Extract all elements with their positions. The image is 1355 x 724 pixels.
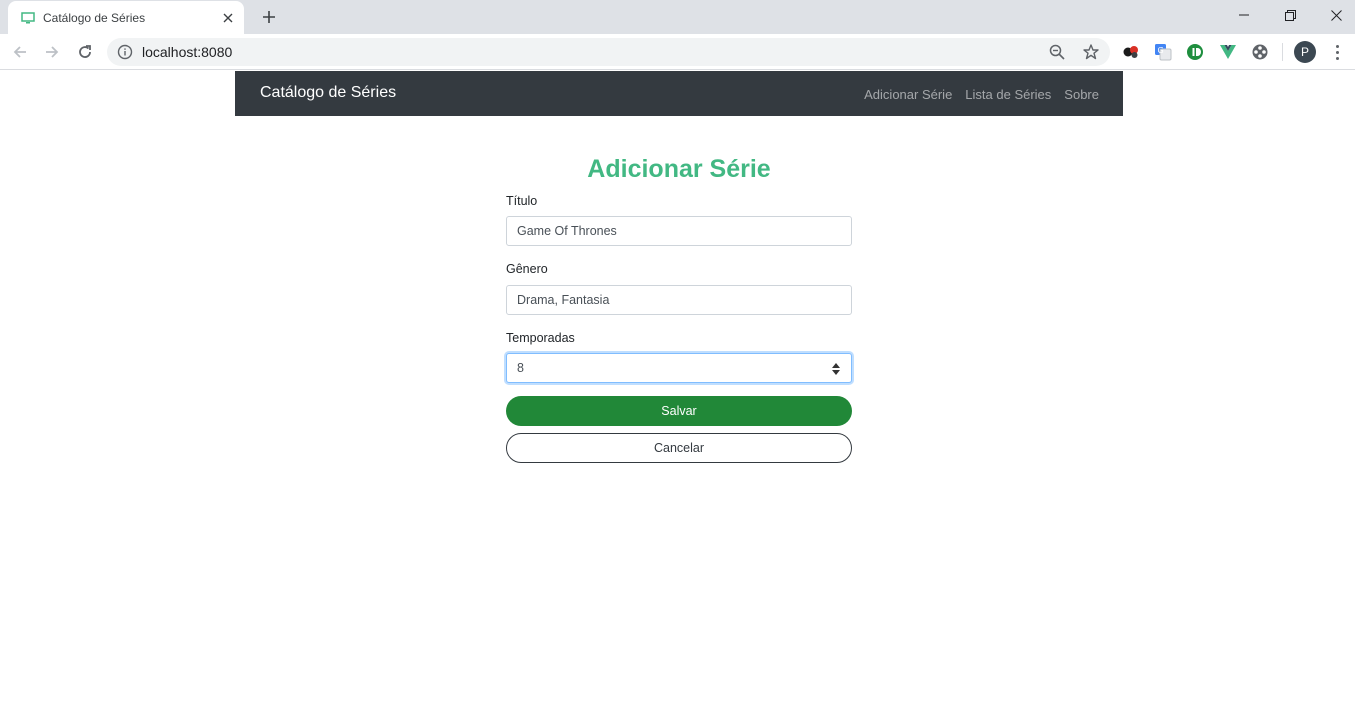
svg-text:G: G (1158, 46, 1164, 55)
minimize-icon[interactable] (1221, 0, 1267, 30)
zoom-out-icon[interactable] (1048, 43, 1066, 61)
film-reel-icon[interactable] (1251, 43, 1269, 61)
bookmark-star-icon[interactable] (1082, 43, 1100, 61)
titulo-input[interactable]: Game Of Thrones (506, 216, 852, 246)
browser-tab-bar: Catálogo de Séries (0, 0, 1355, 34)
app-navbar: Catálogo de Séries Adicionar Série Lista… (235, 71, 1123, 116)
reload-icon[interactable] (70, 37, 100, 67)
google-translate-icon[interactable]: G (1154, 43, 1172, 61)
number-spinner-icon[interactable] (831, 362, 841, 376)
close-tab-icon[interactable] (216, 6, 240, 30)
address-bar[interactable]: localhost:8080 (107, 38, 1110, 66)
titulo-label: Título (506, 194, 538, 208)
more-menu-icon[interactable] (1329, 42, 1345, 62)
page-title: Adicionar Série (587, 155, 771, 183)
restore-icon[interactable] (1267, 0, 1313, 30)
nav-link-sobre[interactable]: Sobre (1064, 87, 1099, 102)
extension-balls-icon[interactable] (1122, 43, 1140, 61)
forward-arrow-icon[interactable] (37, 37, 67, 67)
info-icon[interactable] (117, 44, 133, 60)
genero-input[interactable]: Drama, Fantasia (506, 285, 852, 315)
temporadas-input[interactable]: 8 (506, 353, 852, 383)
titulo-input-value: Game Of Thrones (517, 224, 617, 238)
url-text: localhost:8080 (142, 44, 233, 60)
temporadas-input-value: 8 (517, 361, 524, 375)
new-tab-button[interactable] (256, 4, 282, 30)
tab-title: Catálogo de Séries (43, 10, 146, 25)
navbar-brand[interactable]: Catálogo de Séries (260, 84, 396, 102)
close-window-icon[interactable] (1313, 0, 1355, 30)
genero-input-value: Drama, Fantasia (517, 293, 610, 307)
temporadas-label: Temporadas (506, 331, 575, 345)
vue-devtools-icon[interactable] (1219, 43, 1237, 61)
profile-avatar[interactable]: P (1294, 41, 1316, 63)
save-button[interactable]: Salvar (506, 396, 852, 426)
toolbar-separator (1282, 43, 1283, 61)
cancel-button[interactable]: Cancelar (506, 433, 852, 463)
navbar-links: Adicionar Série Lista de Séries Sobre (864, 87, 1099, 102)
genero-label: Gênero (506, 262, 548, 276)
nav-link-lista[interactable]: Lista de Séries (965, 87, 1051, 102)
browser-toolbar: localhost:8080 G P (0, 34, 1355, 70)
browser-tab[interactable]: Catálogo de Séries (8, 1, 244, 34)
idm-extension-icon[interactable] (1186, 43, 1204, 61)
monitor-icon (20, 10, 36, 26)
nav-link-adicionar[interactable]: Adicionar Série (864, 87, 952, 102)
back-arrow-icon[interactable] (5, 37, 35, 67)
